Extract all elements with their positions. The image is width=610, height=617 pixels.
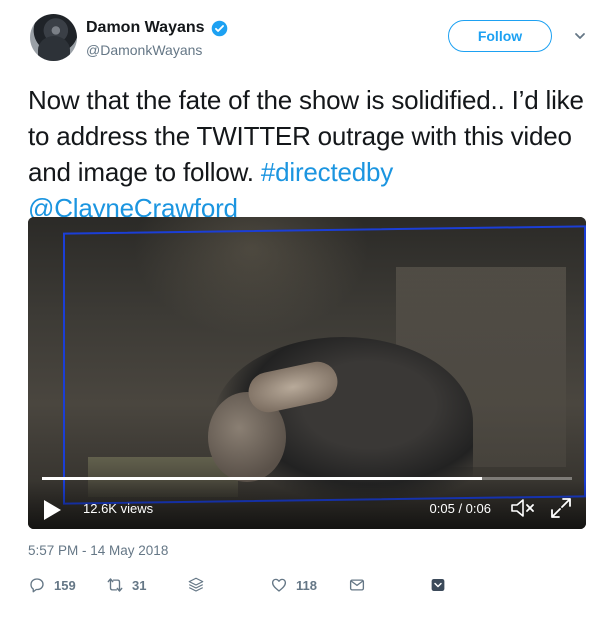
stack-icon [188, 577, 204, 592]
tweet-actions: 159 31 118 [28, 576, 588, 600]
avatar[interactable] [30, 14, 77, 61]
tweet-timestamp[interactable]: 5:57 PM - 14 May 2018 [28, 543, 168, 558]
retweet-count: 31 [132, 577, 147, 593]
like-count: 118 [296, 577, 317, 593]
heart-icon [271, 578, 287, 592]
reply-action[interactable]: 159 [28, 576, 76, 594]
video-views: 12.6K views [83, 501, 154, 516]
tweet-text: Now that the fate of the show is solidif… [28, 82, 593, 226]
play-icon[interactable] [42, 499, 62, 521]
display-name[interactable]: Damon Wayans [86, 19, 205, 37]
tweet-header: Damon Wayans @DamonkWayans Follow [30, 14, 590, 64]
video-progress-bar[interactable] [42, 477, 572, 480]
dm-action[interactable] [348, 576, 366, 594]
retweet-action[interactable]: 31 [106, 576, 146, 594]
name-row: Damon Wayans [86, 19, 228, 37]
video-blue-frame [63, 225, 586, 505]
video-time: 0:05 / 0:06 [429, 501, 491, 516]
video-progress-fill [42, 477, 482, 480]
chevron-down-icon[interactable] [574, 30, 586, 42]
mail-icon [349, 579, 365, 591]
follow-button[interactable]: Follow [448, 20, 552, 52]
hashtag-link[interactable]: #directedby [261, 157, 393, 187]
mute-icon[interactable] [510, 497, 536, 519]
expand-icon[interactable] [550, 497, 572, 519]
reply-count: 159 [54, 577, 76, 593]
like-action[interactable]: 118 [270, 576, 317, 594]
follow-button-label: Follow [477, 28, 523, 44]
video-player[interactable]: 12.6K views 0:05 / 0:06 [28, 217, 586, 529]
retweet-icon [107, 578, 123, 592]
verified-badge-icon [211, 20, 227, 36]
reply-icon [30, 578, 44, 593]
user-handle[interactable]: @DamonkWayans [86, 42, 202, 58]
bookmark-icon [431, 579, 445, 591]
bookmark-action[interactable] [429, 576, 447, 594]
stack-action[interactable] [187, 576, 205, 594]
